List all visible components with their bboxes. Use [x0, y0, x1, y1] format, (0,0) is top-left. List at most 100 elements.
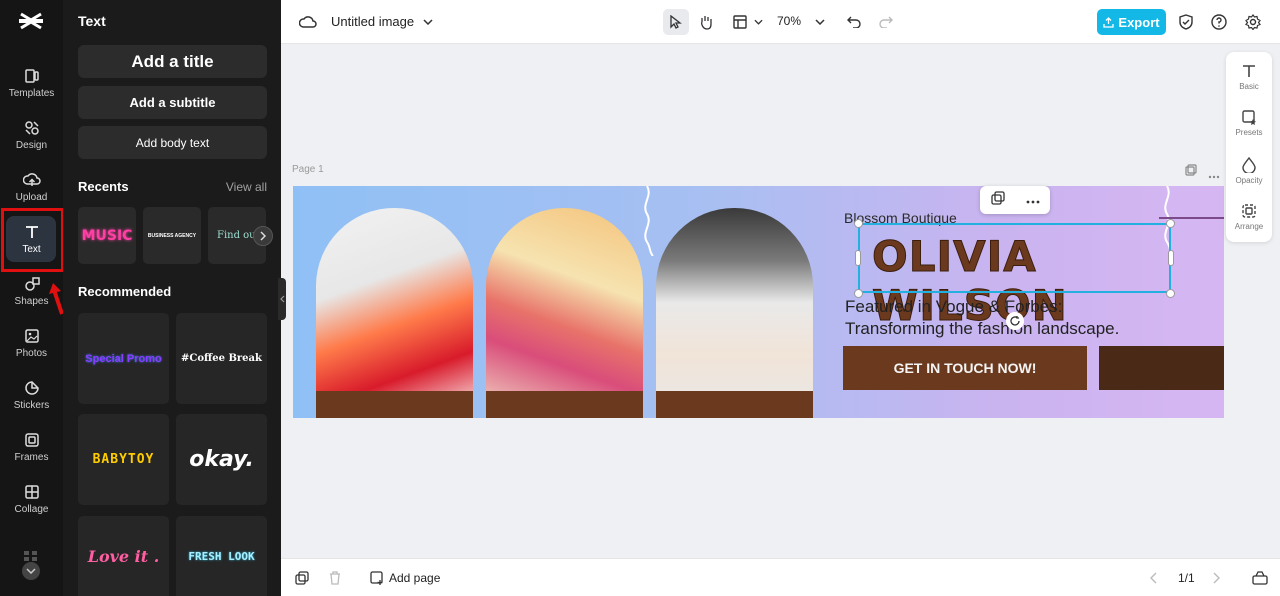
arch-base: [486, 391, 643, 418]
add-page-icon[interactable]: [368, 569, 386, 587]
rail-item-photos[interactable]: Photos: [0, 318, 63, 368]
duplicate-icon[interactable]: [990, 190, 1005, 210]
rail-item-upload[interactable]: Upload: [0, 162, 63, 212]
settings-gear-icon[interactable]: [1242, 11, 1264, 33]
page-label: Page 1: [292, 164, 324, 175]
more-options-icon[interactable]: [1026, 191, 1040, 209]
text-icon: [1243, 65, 1255, 77]
capcut-logo-icon[interactable]: [18, 10, 44, 32]
photo-arch-fabric[interactable]: [486, 208, 643, 418]
redo-icon[interactable]: [875, 11, 897, 33]
resize-handle-left[interactable]: [855, 250, 861, 266]
template-special-promo[interactable]: Special Promo: [78, 313, 169, 404]
upload-cloud-icon: [22, 171, 41, 189]
template-fresh-look[interactable]: FRESH LOOK: [176, 516, 267, 596]
export-label: Export: [1118, 14, 1160, 30]
resize-handle-bottom-right[interactable]: [1166, 289, 1175, 298]
expand-more-button[interactable]: [22, 562, 40, 580]
rail-label: Upload: [15, 192, 48, 203]
zoom-level[interactable]: 70%: [777, 14, 801, 28]
recent-template-music[interactable]: MUSIC: [78, 207, 136, 264]
export-button[interactable]: Export: [1097, 9, 1166, 35]
previous-page-icon[interactable]: [1144, 569, 1162, 587]
rail-item-stickers[interactable]: Stickers: [0, 370, 63, 420]
add-page-button[interactable]: Add page: [389, 571, 440, 585]
zoom-chevron-down-icon[interactable]: [809, 11, 831, 33]
help-icon[interactable]: [1208, 11, 1230, 33]
add-subtitle-button[interactable]: Add a subtitle: [78, 86, 267, 119]
bottom-bar: Add page 1/1: [281, 558, 1280, 596]
copy-page-icon[interactable]: [293, 569, 311, 587]
template-label: Special Promo: [85, 352, 162, 365]
template-label: BABYTOY: [92, 452, 155, 467]
resize-handle-top-right[interactable]: [1166, 219, 1175, 228]
stickers-icon: [23, 379, 41, 397]
title-chevron-down-icon[interactable]: [417, 11, 439, 33]
featured-line-2: Transforming the fashion landscape.: [845, 319, 1120, 338]
arrange-icon: [1242, 204, 1256, 218]
next-page-icon[interactable]: [1207, 569, 1225, 587]
template-babytoy[interactable]: BABYTOY: [78, 414, 169, 505]
collage-icon: [23, 483, 41, 501]
squiggle-decoration-icon: [644, 186, 654, 256]
rail-item-collage[interactable]: Collage: [0, 474, 63, 524]
template-label: Love it .: [87, 546, 160, 566]
template-coffee-break[interactable]: #Coffee Break: [176, 313, 267, 404]
panel-item-arrange[interactable]: Arrange: [1226, 194, 1272, 240]
undo-icon[interactable]: [843, 11, 865, 33]
select-pointer-icon[interactable]: [663, 9, 689, 35]
recommended-title: Recommended: [78, 284, 172, 299]
duplicate-page-icon[interactable]: [1185, 163, 1197, 181]
rail-label: Design: [15, 140, 48, 151]
template-love-it[interactable]: Love it .: [78, 516, 169, 596]
panel-item-basic[interactable]: Basic: [1226, 54, 1272, 100]
pages-panel-icon[interactable]: [1251, 569, 1269, 587]
recents-next-button[interactable]: [253, 226, 273, 246]
cloud-save-icon[interactable]: [297, 11, 319, 33]
resize-handle-right[interactable]: [1168, 250, 1174, 266]
panel-item-opacity[interactable]: Opacity: [1226, 148, 1272, 194]
apps-grid-icon[interactable]: [24, 548, 38, 561]
recents-title: Recents: [78, 179, 129, 194]
rail-label: Photos: [15, 348, 48, 359]
cta-button[interactable]: GET IN TOUCH NOW!: [843, 346, 1087, 390]
rail-label: Templates: [8, 88, 55, 99]
cta-secondary-block[interactable]: [1099, 346, 1224, 390]
floating-toolbar: [980, 186, 1050, 214]
featured-text[interactable]: Featured in Vogue & Forbes: Transforming…: [845, 296, 1119, 340]
hand-pan-icon[interactable]: [695, 11, 717, 33]
recent-template-label: BUSINESS AGENCY: [147, 232, 197, 239]
chevron-left-icon: [279, 295, 284, 303]
add-body-text-button[interactable]: Add body text: [78, 126, 267, 159]
properties-panel: Basic Presets Opacity Arrange: [1226, 52, 1272, 242]
opacity-icon: [1242, 157, 1256, 173]
view-all-link[interactable]: View all: [226, 180, 267, 194]
recent-template-business-agency[interactable]: BUSINESS AGENCY: [143, 207, 201, 264]
design-banner[interactable]: Blossom Boutique OLIVIA WILSON Featured …: [293, 186, 1224, 418]
resize-handle-bottom-left[interactable]: [854, 289, 863, 298]
template-okay[interactable]: okay.: [176, 414, 267, 505]
frames-icon: [23, 431, 41, 449]
rail-item-design[interactable]: Design: [0, 110, 63, 160]
panel-collapse-handle[interactable]: [278, 278, 286, 320]
document-title[interactable]: Untitled image: [331, 14, 414, 29]
delete-page-icon[interactable]: [326, 569, 344, 587]
rotate-icon[interactable]: [1006, 312, 1024, 330]
shield-check-icon[interactable]: [1175, 11, 1197, 33]
rail-item-templates[interactable]: Templates: [0, 58, 63, 108]
panel-item-label: Basic: [1239, 82, 1259, 91]
rail-item-frames[interactable]: Frames: [0, 422, 63, 472]
rail-label: Stickers: [13, 400, 50, 411]
annotation-highlight-box: [1, 208, 64, 272]
panel-item-label: Arrange: [1234, 222, 1264, 231]
rail-label: Collage: [14, 504, 49, 515]
panel-item-presets[interactable]: Presets: [1226, 100, 1272, 146]
page-counter: 1/1: [1178, 571, 1195, 585]
layout-chevron-down-icon[interactable]: [747, 11, 769, 33]
add-title-button[interactable]: Add a title: [78, 45, 267, 78]
page-more-icon[interactable]: [1208, 166, 1220, 184]
photo-arch-sketching[interactable]: [656, 208, 813, 418]
photo-arch-swatches[interactable]: [316, 208, 473, 418]
templates-icon: [23, 67, 41, 85]
resize-handle-top-left[interactable]: [854, 219, 863, 228]
